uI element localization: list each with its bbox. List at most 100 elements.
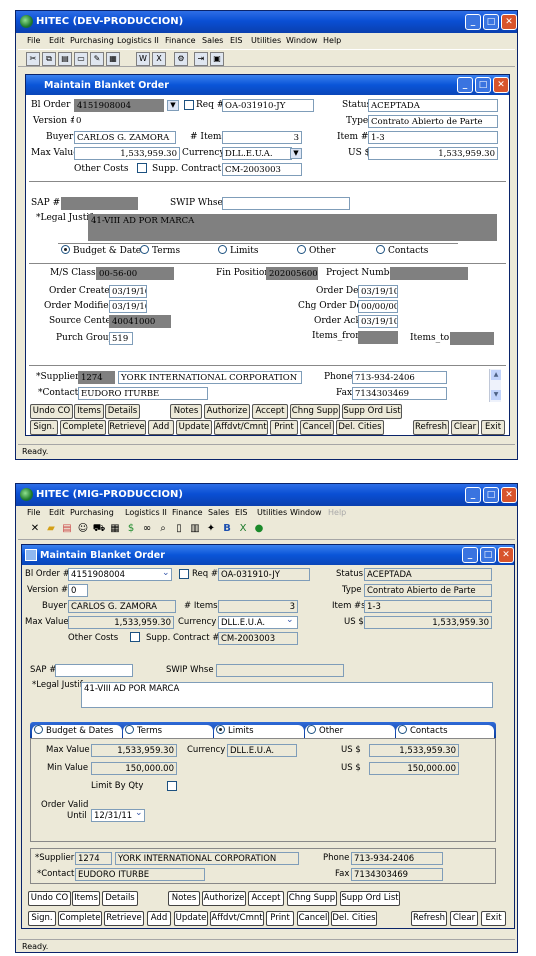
other-costs-checkbox[interactable] <box>130 632 140 642</box>
swip-whse-field[interactable] <box>216 664 344 677</box>
dollar-icon[interactable]: $ <box>124 523 138 537</box>
bold-b-icon[interactable]: B <box>220 523 234 537</box>
type-field[interactable]: Contrato Abierto de Parte <box>368 115 498 128</box>
menu-purchasing[interactable]: Purchasing <box>70 36 114 45</box>
tab-other[interactable]: Other <box>305 725 395 739</box>
purch-group-field[interactable]: 519 <box>109 332 133 345</box>
retrieve-button[interactable]: Retrieve <box>104 911 144 926</box>
item-numbers-field[interactable]: 1-3 <box>364 600 492 613</box>
fax-field[interactable]: 7134303469 <box>352 387 447 400</box>
currency-field[interactable]: DLL.E.U.A. <box>222 147 292 160</box>
menu-utilities[interactable]: Utilities <box>251 36 281 45</box>
radio-other[interactable]: Other <box>297 245 335 256</box>
chng-supp-button[interactable]: Chng Supp <box>290 404 340 419</box>
form-icon[interactable]: ▦ <box>108 523 122 537</box>
radio-limits[interactable]: Limits <box>218 245 259 256</box>
other-costs-checkbox[interactable] <box>137 163 147 173</box>
undo-co-button[interactable]: Undo CO <box>28 891 71 906</box>
bl-order-field[interactable]: 4151908004 <box>68 568 172 581</box>
menu-utilities[interactable]: Utilities <box>257 508 287 517</box>
folder-icon[interactable]: ▰ <box>44 523 58 537</box>
link-icon[interactable]: ∞ <box>140 523 154 537</box>
menu-logistics[interactable]: Logistics II <box>117 36 159 45</box>
authorize-button[interactable]: Authorize <box>202 891 246 906</box>
swip-whse-field[interactable] <box>222 197 350 210</box>
menu-sales[interactable]: Sales <box>208 508 229 517</box>
menu-eis[interactable]: EIS <box>235 508 248 517</box>
edit-icon[interactable]: ✎ <box>90 52 104 66</box>
minimize-button[interactable]: _ <box>465 14 481 30</box>
menu-logistics[interactable]: Logistics II <box>125 508 167 517</box>
us-dollar-2-field[interactable]: 150,000.00 <box>369 762 459 775</box>
fax-field[interactable]: 7134303469 <box>351 868 443 881</box>
tab-terms[interactable]: Terms <box>123 725 213 739</box>
supp-ord-list-button[interactable]: Supp Ord List <box>340 891 400 906</box>
limit-by-qty-checkbox[interactable] <box>167 781 177 791</box>
supplier-name-field[interactable]: YORK INTERNATIONAL CORPORATION <box>115 852 299 865</box>
close-button[interactable]: ✕ <box>501 14 517 30</box>
items-count-field[interactable]: 3 <box>222 131 302 144</box>
menu-eis[interactable]: EIS <box>230 36 243 45</box>
phone-field[interactable]: 713-934-2406 <box>352 371 447 384</box>
order-created-field[interactable]: 03/19/10 <box>109 285 147 298</box>
scroll-down-icon[interactable]: ▼ <box>491 390 501 400</box>
details-button[interactable]: Details <box>105 404 140 419</box>
cut-icon[interactable]: ✂ <box>26 52 40 66</box>
supplier-code-field[interactable]: 1274 <box>75 852 112 865</box>
tab-limits[interactable]: Limits <box>214 725 304 739</box>
legal-justif-field[interactable]: 41-VIII AD POR MARCA <box>81 682 493 708</box>
excel-icon[interactable]: X <box>236 523 250 537</box>
max-value-field[interactable]: 1,533,959.30 <box>68 616 174 629</box>
complete-button[interactable]: Complete <box>58 911 102 926</box>
phone-field[interactable]: 713-934-2406 <box>351 852 443 865</box>
fin-position-field[interactable]: 202005600 <box>266 267 318 280</box>
menu-window[interactable]: Window <box>286 36 318 45</box>
wand-icon[interactable]: ✦ <box>204 523 218 537</box>
max-value-field[interactable]: 1,533,959.30 <box>74 147 180 160</box>
status-field[interactable]: ACEPTADA <box>368 99 498 112</box>
currency-dropdown[interactable]: ▼ <box>290 148 302 159</box>
notes-button[interactable]: Notes <box>168 891 200 906</box>
people-icon[interactable]: ☺ <box>76 523 90 537</box>
maximize-button[interactable]: □ <box>483 487 499 503</box>
order-ack-field[interactable]: 03/19/10 <box>358 315 398 328</box>
supp-contract-field[interactable]: CM-2003003 <box>222 163 302 176</box>
buyer-field[interactable]: CARLOS G. ZAMORA <box>68 600 176 613</box>
tools-icon[interactable]: ⚙ <box>174 52 188 66</box>
report-icon[interactable]: ▦ <box>106 52 120 66</box>
supp-ord-list-button[interactable]: Supp Ord List <box>342 404 402 419</box>
minimize-button[interactable]: _ <box>465 487 481 503</box>
radio-terms[interactable]: Terms <box>140 245 180 256</box>
close-x-icon[interactable]: ✕ <box>28 523 42 537</box>
items-button[interactable]: Items <box>74 404 104 419</box>
paste-icon[interactable]: ▤ <box>58 52 72 66</box>
source-center-field[interactable]: 40041000 <box>109 315 171 328</box>
order-modified-field[interactable]: 03/19/10 <box>109 300 147 313</box>
form-maximize-button[interactable]: □ <box>475 77 491 93</box>
chevron-down-icon[interactable]: ⌄ <box>135 808 143 818</box>
print-button[interactable]: Print <box>266 911 294 926</box>
min-value-field[interactable]: 150,000.00 <box>91 762 177 775</box>
accept-button[interactable]: Accept <box>248 891 284 906</box>
vertical-scrollbar[interactable]: ▲ ▼ <box>489 369 501 402</box>
items-count-field[interactable]: 3 <box>218 600 298 613</box>
menu-purchasing[interactable]: Purchasing <box>70 508 114 517</box>
del-cities-button[interactable]: Del. Cities <box>336 420 384 435</box>
menu-finance[interactable]: Finance <box>172 508 203 517</box>
items-to-field[interactable] <box>450 332 494 345</box>
form-close-button[interactable]: ✕ <box>493 77 509 93</box>
supplier-name-field[interactable]: YORK INTERNATIONAL CORPORATION <box>118 371 302 384</box>
retrieve-button[interactable]: Retrieve <box>108 420 146 435</box>
scroll-up-icon[interactable]: ▲ <box>491 370 501 380</box>
copy-icon[interactable]: ⧉ <box>42 52 56 66</box>
close-button[interactable]: ✕ <box>501 487 517 503</box>
menu-finance[interactable]: Finance <box>165 36 196 45</box>
update-button[interactable]: Update <box>174 911 208 926</box>
req-field[interactable]: OA-031910-JY <box>218 568 310 581</box>
menu-edit[interactable]: Edit <box>49 36 65 45</box>
window-icon[interactable]: ▣ <box>210 52 224 66</box>
chng-supp-button[interactable]: Chng Supp <box>287 891 337 906</box>
refresh-button[interactable]: Refresh <box>413 420 449 435</box>
chg-order-del-field[interactable]: 00/00/00 <box>358 300 398 313</box>
truck-icon[interactable]: ⛟ <box>92 523 106 537</box>
